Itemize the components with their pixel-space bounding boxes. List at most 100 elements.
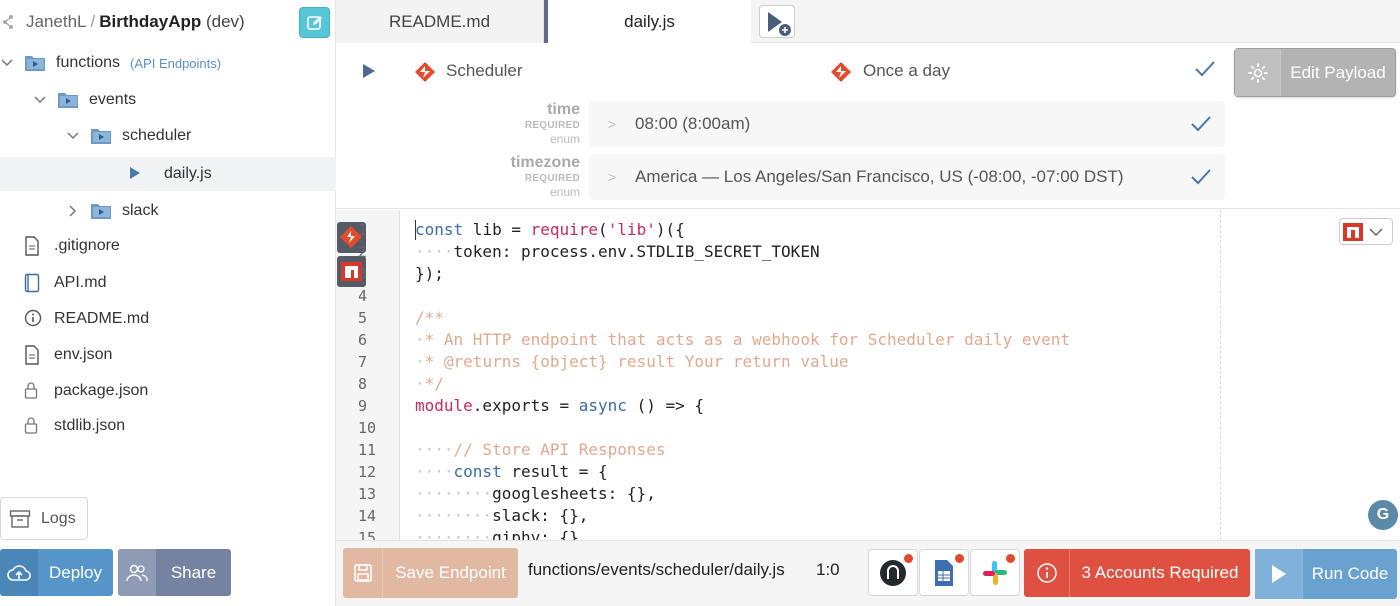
code-token: require — [530, 220, 599, 239]
tree-item-api-md[interactable]: API.md — [0, 266, 336, 300]
code-token: result = { — [501, 462, 608, 481]
tree-item-readme-md[interactable]: README.md — [0, 302, 336, 336]
code-token: .exports = — [472, 396, 579, 415]
code-token: * @returns {object} result Your return v… — [424, 352, 849, 371]
tree-item-stdlib-json[interactable]: stdlib.json — [0, 409, 336, 443]
line-number: 9 — [358, 397, 368, 415]
tree-item-label: scheduler — [122, 127, 192, 144]
add-endpoint-button[interactable] — [759, 5, 795, 38]
code-line[interactable]: ········slack: {}, — [415, 505, 588, 527]
book-icon — [24, 273, 42, 293]
tree-item-slack[interactable]: slack — [0, 194, 336, 228]
code-token: token: process.env.STDLIB_SECRET_TOKEN — [453, 242, 820, 261]
chevron-right-icon[interactable] — [66, 204, 80, 218]
tree-item-package-json[interactable]: package.json — [0, 374, 336, 408]
code-editor[interactable]: 1 2 3 4 5 6 7 8 9 10 11 12 13 14 15 cons… — [336, 210, 1400, 540]
project-separator: / — [90, 12, 96, 31]
param-value: 08:00 (8:00am) — [635, 114, 751, 133]
tree-item-scheduler[interactable]: scheduler — [0, 119, 336, 153]
share-button[interactable]: Share — [118, 549, 231, 596]
save-endpoint-button[interactable]: Save Endpoint — [343, 548, 518, 598]
tab-readme-md[interactable]: README.md — [336, 0, 544, 43]
whitespace-marker: · — [415, 374, 425, 393]
code-token: */ — [424, 374, 444, 393]
share-icon — [3, 15, 13, 29]
code-line[interactable]: const lib = require('lib')({ — [415, 219, 685, 241]
required-dot — [1006, 554, 1015, 563]
edit-project-button[interactable] — [299, 7, 330, 38]
chevron-down-icon[interactable] — [33, 93, 47, 107]
archive-icon — [9, 509, 31, 528]
tree-item-functions[interactable]: functions (API Endpoints) — [0, 46, 336, 80]
required-dot — [904, 554, 913, 563]
chevron-down-icon[interactable] — [66, 129, 80, 143]
tree-item-events[interactable]: events — [0, 83, 336, 117]
project-user[interactable]: JanethL — [26, 12, 87, 31]
whitespace-marker: ···· — [415, 440, 454, 459]
tree-item-daily-js[interactable]: daily.js — [0, 157, 336, 191]
line-number: 15 — [358, 529, 377, 540]
deploy-button[interactable]: Deploy — [0, 549, 113, 596]
project-name[interactable]: BirthdayApp — [99, 12, 201, 31]
code-token: async — [578, 396, 627, 415]
whitespace-marker: ···· — [415, 462, 454, 481]
param-required-label: REQUIRED — [524, 173, 580, 184]
slack-icon — [983, 560, 1007, 585]
tab-daily-js[interactable]: daily.js — [544, 0, 751, 43]
info-icon — [24, 309, 42, 329]
service-button-github[interactable] — [868, 549, 918, 596]
folder-icon — [90, 127, 112, 145]
param-time-field[interactable]: > 08:00 (8:00am) — [589, 101, 1225, 147]
line-gutter: 1 2 3 4 5 6 7 8 9 10 11 12 13 14 15 — [336, 210, 400, 540]
editor-tabs: README.md daily.js — [336, 0, 1400, 43]
check-icon — [1177, 115, 1225, 133]
service-button-slack[interactable] — [970, 549, 1020, 596]
code-line[interactable]: ····token: process.env.STDLIB_SECRET_TOK… — [415, 241, 820, 263]
play-icon[interactable] — [362, 63, 376, 79]
whitespace-marker: ········ — [415, 484, 493, 503]
edit-payload-button[interactable]: Edit Payload — [1234, 48, 1396, 97]
code-token: lib = — [463, 220, 531, 239]
chevron-down-icon[interactable] — [0, 56, 14, 70]
accounts-required-label: 3 Accounts Required — [1081, 563, 1239, 582]
code-line[interactable]: ·*/ — [415, 373, 444, 395]
code-content[interactable]: const lib = require('lib')({····token: p… — [415, 210, 1395, 540]
tree-item-label: slack — [122, 202, 159, 219]
grammarly-icon[interactable]: G — [1368, 500, 1398, 530]
code-line[interactable]: }); — [415, 263, 444, 285]
service-button-googlesheets[interactable] — [919, 549, 969, 596]
code-line[interactable]: ····// Store API Responses — [415, 439, 665, 461]
scheduler-icon — [831, 62, 851, 82]
code-line[interactable]: /** — [415, 307, 444, 329]
code-line[interactable]: ········googlesheets: {}, — [415, 483, 656, 505]
code-token: const — [415, 220, 464, 239]
chevron-right-icon[interactable]: > — [589, 116, 635, 132]
google-sheets-icon — [935, 559, 953, 586]
accounts-required-button[interactable]: 3 Accounts Required — [1024, 549, 1250, 597]
code-line[interactable]: ·* @returns {object} result Your return … — [415, 351, 848, 373]
check-icon — [1177, 168, 1225, 186]
check-icon — [1195, 61, 1215, 77]
code-line[interactable]: ········giphy: {} — [415, 527, 579, 540]
lint-dropdown[interactable] — [1339, 218, 1393, 245]
tree-item-env-json[interactable]: env.json — [0, 338, 336, 372]
logs-button[interactable]: Logs — [0, 497, 88, 540]
code-line[interactable]: ····const result = { — [415, 461, 608, 483]
line-number: 8 — [358, 375, 368, 393]
trigger-source-label[interactable]: Scheduler — [446, 61, 523, 81]
trigger-frequency-label[interactable]: Once a day — [863, 61, 950, 81]
tree-item-note: (API Endpoints) — [130, 55, 222, 71]
tab-label: README.md — [388, 11, 491, 31]
code-line[interactable]: module.exports = async () => { — [415, 395, 704, 417]
code-line[interactable]: ·* An HTTP endpoint that acts as a webho… — [415, 329, 1070, 351]
run-code-button[interactable]: Run Code — [1255, 549, 1397, 599]
param-timezone-name: timezone REQUIRED enum — [336, 155, 580, 199]
param-timezone-field[interactable]: > America — Los Angeles/San Francisco, U… — [589, 154, 1225, 200]
tree-item-gitignore[interactable]: .gitignore — [0, 229, 336, 263]
line-number: 4 — [358, 287, 368, 305]
whitespace-marker: · — [415, 330, 425, 349]
whitespace-marker: ···· — [415, 242, 454, 261]
chevron-right-icon[interactable]: > — [589, 169, 635, 185]
whitespace-marker: · — [415, 352, 425, 371]
cloud-upload-icon — [0, 549, 38, 596]
